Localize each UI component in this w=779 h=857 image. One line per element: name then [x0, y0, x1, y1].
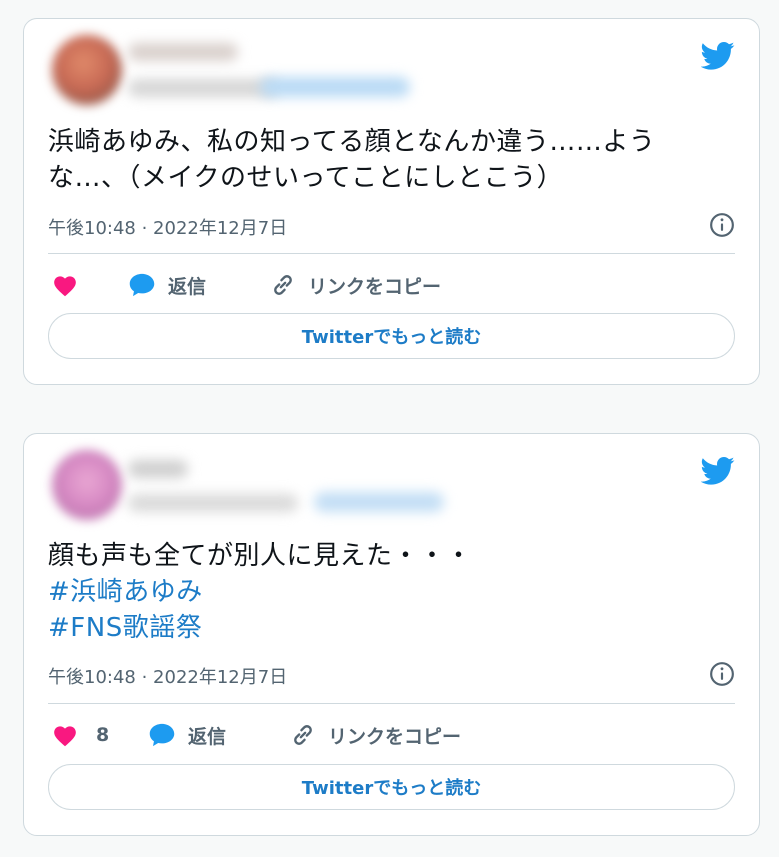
reply-bubble-icon: [129, 273, 155, 297]
tweet-meta: 午後10:48 · 2022年12月7日: [48, 661, 739, 689]
follow-link[interactable]: [314, 492, 444, 512]
tweet-meta: 午後10:48 · 2022年12月7日: [48, 212, 739, 240]
hashtag-link[interactable]: #浜崎あゆみ: [48, 574, 739, 610]
copy-link-label: リンクをコピー: [328, 725, 462, 748]
copy-link-label: リンクをコピー: [308, 275, 442, 298]
info-icon[interactable]: [709, 212, 735, 238]
link-icon: [294, 725, 312, 745]
author-name[interactable]: [128, 43, 238, 61]
twitter-bird-icon[interactable]: [701, 41, 735, 71]
divider: [48, 703, 735, 704]
tweet-card: 顔も声も全てが別人に見えた・・・ #浜崎あゆみ #FNS歌謡祭 午後10:48 …: [23, 433, 760, 836]
reply-label: 返信: [168, 275, 207, 298]
read-more-button[interactable]: Twitterでもっと読む: [48, 313, 735, 359]
link-icon: [274, 275, 292, 295]
tweet-actions: 返信 リンクをコピー: [48, 267, 735, 303]
like-count: 8: [96, 724, 110, 746]
tweet-text: 浜崎あゆみ、私の知ってる顔となんか違う……よう な…、（メイクのせいってことにし…: [48, 124, 739, 196]
avatar[interactable]: [52, 35, 122, 105]
tweet-card: 浜崎あゆみ、私の知ってる顔となんか違う……よう な…、（メイクのせいってことにし…: [23, 18, 760, 385]
follow-link[interactable]: [260, 77, 410, 97]
copy-link-button[interactable]: リンクをコピー: [290, 717, 461, 753]
reply-button[interactable]: 返信: [128, 267, 206, 303]
tweet-text: 顔も声も全てが別人に見えた・・・ #浜崎あゆみ #FNS歌謡祭: [48, 538, 739, 646]
like-button[interactable]: 8: [52, 717, 109, 753]
heart-icon: [54, 726, 76, 747]
heart-icon: [54, 276, 76, 297]
timestamp-link[interactable]: 午後10:48 · 2022年12月7日: [48, 214, 287, 240]
avatar[interactable]: [52, 450, 122, 520]
tweet-text-line: な…、（メイクのせいってことにしとこう）: [48, 163, 564, 193]
info-icon[interactable]: [709, 661, 735, 687]
author-name[interactable]: [128, 460, 188, 478]
tweet-text-line: 浜崎あゆみ、私の知ってる顔となんか違う……よう: [48, 127, 656, 157]
tweet-actions: 8 返信 リンクをコピー: [48, 717, 735, 753]
hashtag-link[interactable]: #FNS歌謡祭: [48, 610, 739, 646]
timestamp-link[interactable]: 午後10:48 · 2022年12月7日: [48, 663, 287, 689]
like-button[interactable]: [52, 267, 96, 303]
tweet-text-line: 顔も声も全てが別人に見えた・・・: [48, 541, 473, 571]
read-more-button[interactable]: Twitterでもっと読む: [48, 764, 735, 810]
divider: [48, 253, 735, 254]
reply-bubble-icon: [149, 723, 175, 747]
twitter-bird-icon[interactable]: [701, 456, 735, 486]
reply-button[interactable]: 返信: [148, 717, 226, 753]
author-handle[interactable]: [128, 494, 298, 512]
author-handle[interactable]: [128, 79, 278, 97]
copy-link-button[interactable]: リンクをコピー: [270, 267, 441, 303]
reply-label: 返信: [188, 725, 227, 748]
